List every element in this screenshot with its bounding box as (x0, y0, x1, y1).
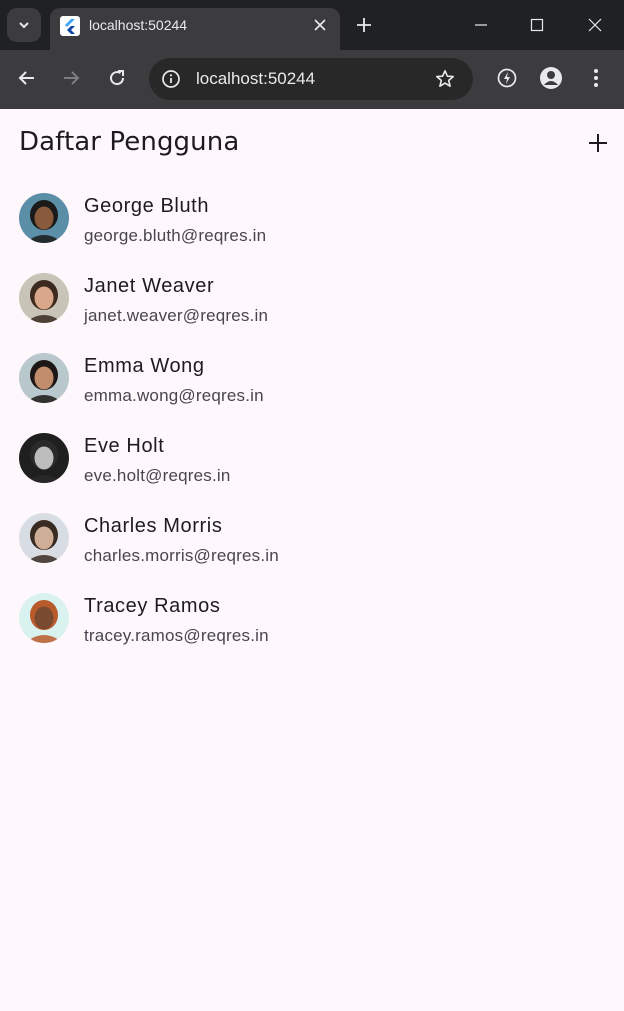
user-email: eve.holt@reqres.in (84, 466, 231, 485)
performance-button[interactable] (494, 65, 520, 91)
tab-search-button[interactable] (7, 8, 41, 42)
user-name: Charles Morris (84, 515, 223, 537)
arrow-left-icon (18, 71, 34, 85)
lightning-icon (497, 68, 517, 88)
address-bar[interactable]: localhost:50244 (149, 58, 473, 100)
arrow-right-icon (64, 71, 80, 85)
reload-button[interactable] (104, 65, 130, 91)
user-name: Eve Holt (84, 435, 165, 457)
flutter-favicon-icon (60, 16, 80, 36)
add-user-button[interactable] (582, 127, 614, 159)
avatar (19, 273, 69, 323)
star-icon[interactable] (433, 67, 457, 91)
list-item[interactable]: George Bluth george.bluth@reqres.in (0, 178, 624, 258)
user-name: Tracey Ramos (84, 595, 221, 617)
avatar (19, 433, 69, 483)
back-button[interactable] (14, 65, 40, 91)
minimize-button[interactable] (466, 10, 496, 40)
avatar (19, 593, 69, 643)
account-icon (540, 67, 562, 89)
browser-tab[interactable]: localhost:50244 (50, 8, 340, 50)
user-name: Janet Weaver (84, 275, 215, 297)
close-window-button[interactable] (580, 10, 610, 40)
tab-title: localhost:50244 (89, 17, 188, 33)
chevron-down-icon (19, 22, 29, 29)
maximize-icon (530, 18, 544, 32)
user-list: George Bluth george.bluth@reqres.in Jane… (0, 178, 624, 658)
user-email: tracey.ramos@reqres.in (84, 626, 269, 645)
tab-close-icon[interactable] (310, 15, 330, 35)
page-title: Daftar Pengguna (19, 127, 240, 157)
list-item[interactable]: Emma Wong emma.wong@reqres.in (0, 338, 624, 418)
list-item[interactable]: Eve Holt eve.holt@reqres.in (0, 418, 624, 498)
browser-menu-button[interactable] (583, 65, 609, 91)
avatar (19, 513, 69, 563)
list-item[interactable]: Tracey Ramos tracey.ramos@reqres.in (0, 578, 624, 658)
close-icon (588, 18, 602, 32)
user-name: George Bluth (84, 195, 210, 217)
browser-toolbar: localhost:50244 (0, 50, 624, 109)
avatar (19, 353, 69, 403)
list-item[interactable]: Janet Weaver janet.weaver@reqres.in (0, 258, 624, 338)
more-vert-icon (594, 69, 598, 87)
info-icon[interactable] (159, 67, 183, 91)
plus-icon (357, 18, 371, 32)
browser-tabstrip: localhost:50244 (0, 0, 624, 50)
url-text[interactable]: localhost:50244 (196, 69, 315, 89)
forward-button[interactable] (58, 65, 84, 91)
user-email: janet.weaver@reqres.in (84, 306, 269, 325)
user-email: george.bluth@reqres.in (84, 226, 267, 245)
reload-icon (110, 70, 125, 86)
user-name: Emma Wong (84, 355, 205, 377)
plus-icon (589, 134, 607, 152)
maximize-button[interactable] (522, 10, 552, 40)
avatar (19, 193, 69, 243)
app-bar: Daftar Pengguna (0, 109, 624, 175)
user-email: emma.wong@reqres.in (84, 386, 264, 405)
minimize-icon (475, 24, 487, 26)
list-item[interactable]: Charles Morris charles.morris@reqres.in (0, 498, 624, 578)
user-email: charles.morris@reqres.in (84, 546, 279, 565)
new-tab-button[interactable] (352, 13, 376, 37)
profile-button[interactable] (538, 65, 564, 91)
